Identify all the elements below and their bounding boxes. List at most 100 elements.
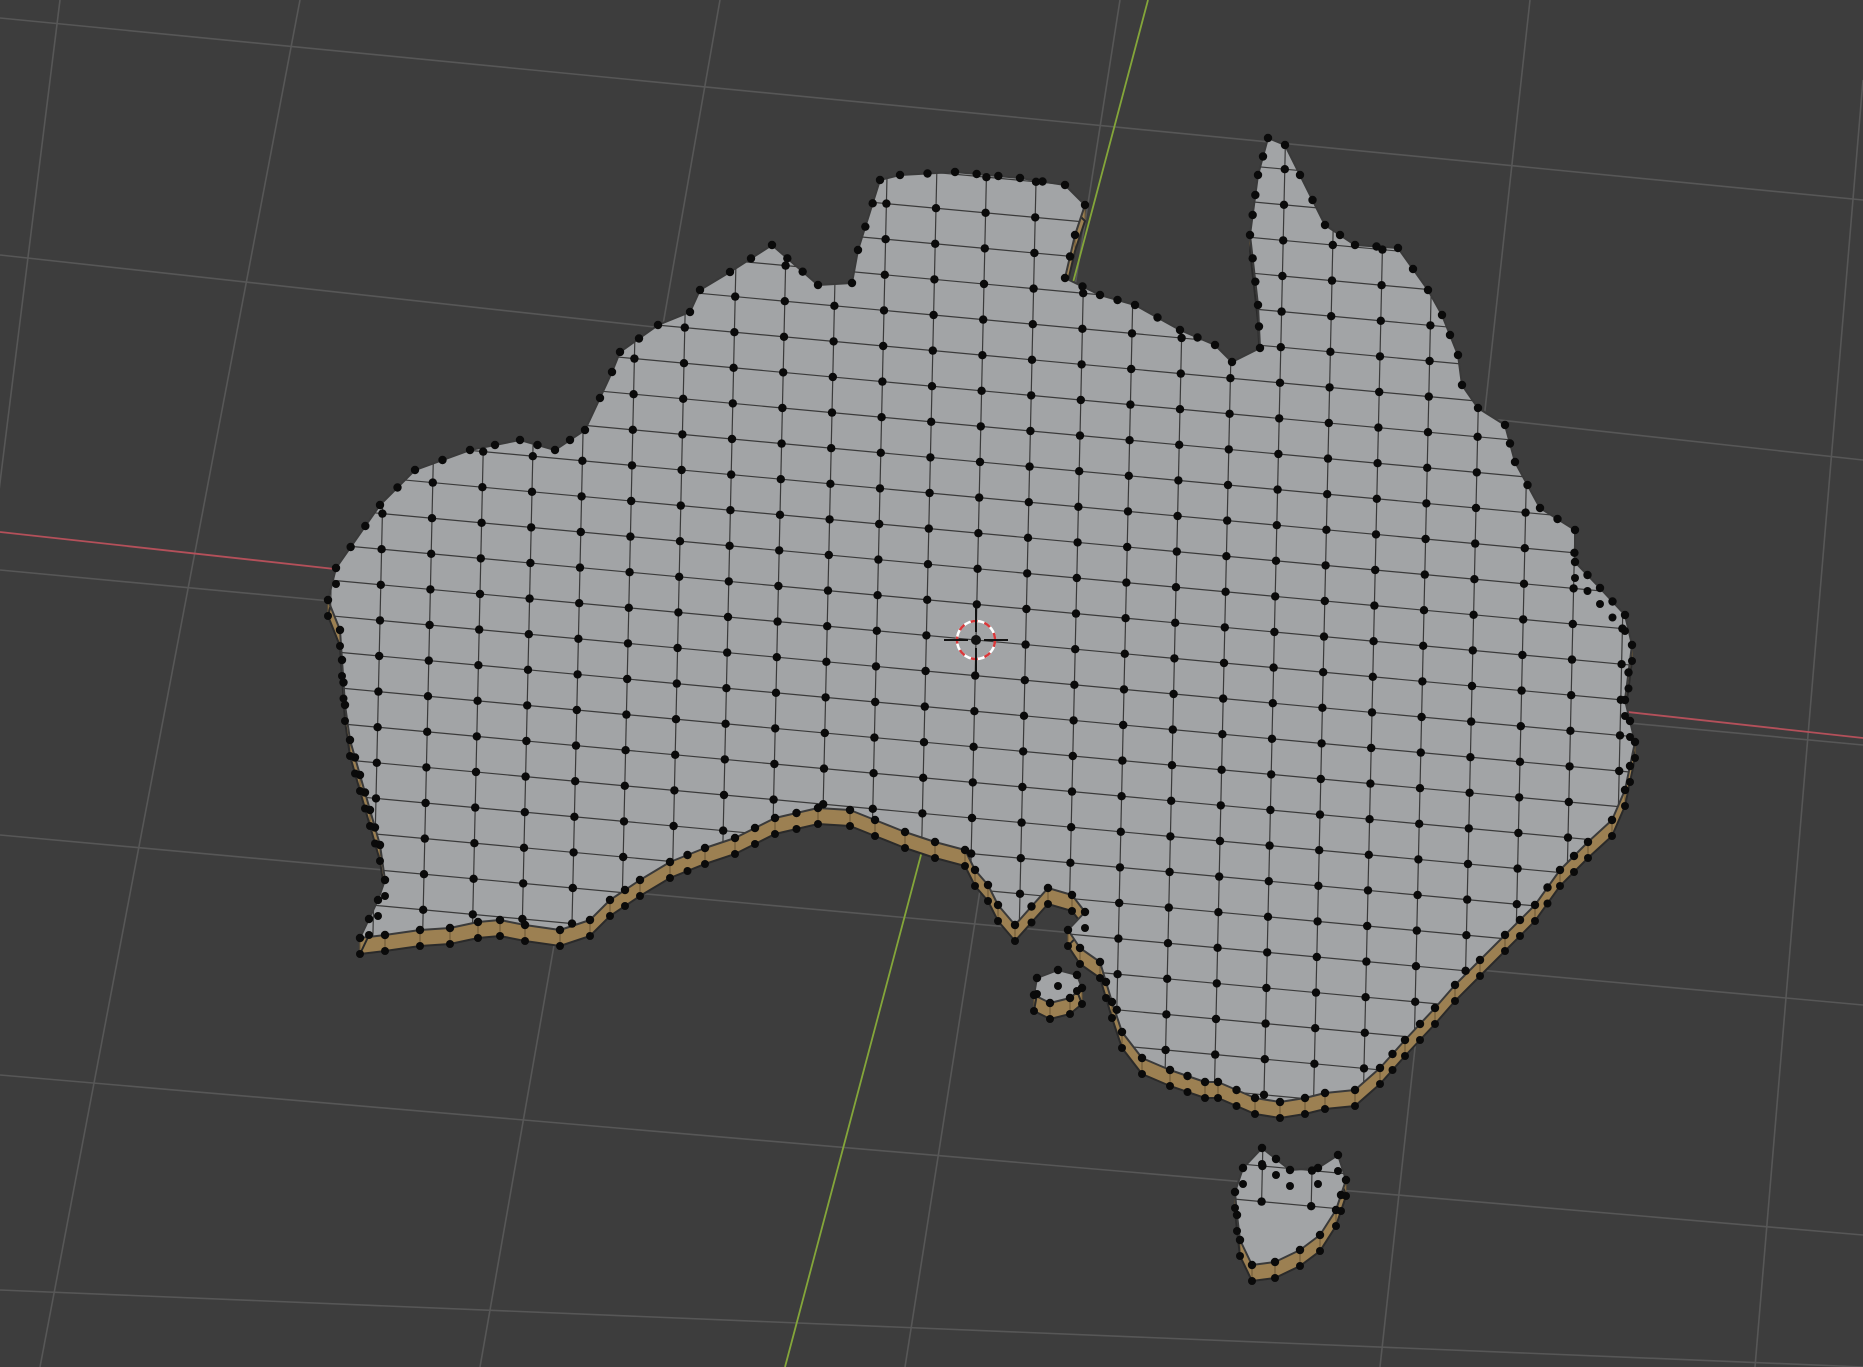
bottom-vertex[interactable]	[1066, 1010, 1074, 1018]
bottom-vertex[interactable]	[1626, 778, 1634, 786]
vertex[interactable]	[1311, 988, 1321, 997]
vertex[interactable]	[472, 732, 481, 741]
vertex[interactable]	[479, 447, 488, 456]
boundary-vertex[interactable]	[1570, 557, 1580, 567]
vertex[interactable]	[923, 560, 933, 569]
vertex[interactable]	[1166, 832, 1175, 841]
boundary-vertex[interactable]	[1315, 1230, 1325, 1240]
vertex[interactable]	[1411, 962, 1421, 971]
vertex[interactable]	[1031, 213, 1040, 222]
bottom-vertex[interactable]	[1624, 684, 1633, 693]
vertex[interactable]	[1315, 810, 1325, 819]
vertex[interactable]	[1025, 462, 1034, 471]
vertex[interactable]	[423, 727, 432, 736]
vertex[interactable]	[1279, 236, 1288, 245]
vertex[interactable]	[1471, 503, 1481, 513]
bottom-vertex[interactable]	[1027, 918, 1036, 927]
vertex[interactable]	[1120, 649, 1130, 658]
vertex[interactable]	[1069, 716, 1078, 725]
vertex[interactable]	[927, 417, 936, 426]
boundary-vertex[interactable]	[615, 347, 625, 357]
boundary-vertex[interactable]	[490, 440, 500, 450]
vertex[interactable]	[1472, 468, 1482, 477]
boundary-vertex[interactable]	[1625, 716, 1635, 726]
boundary-vertex[interactable]	[1453, 350, 1463, 360]
boundary-vertex[interactable]	[845, 805, 855, 815]
bottom-vertex[interactable]	[365, 931, 373, 939]
vertex[interactable]	[925, 488, 934, 498]
boundary-vertex[interactable]	[1130, 300, 1140, 310]
vertex[interactable]	[1367, 708, 1377, 717]
vertex[interactable]	[620, 781, 629, 790]
vertex[interactable]	[474, 661, 483, 670]
boundary-vertex[interactable]	[1029, 990, 1039, 1000]
boundary-vertex[interactable]	[380, 930, 390, 940]
vertex[interactable]	[871, 697, 880, 707]
boundary-vertex[interactable]	[853, 245, 863, 255]
vertex[interactable]	[730, 328, 739, 337]
vertex[interactable]	[1117, 792, 1126, 801]
boundary-vertex[interactable]	[345, 735, 355, 745]
vertex[interactable]	[1617, 660, 1626, 669]
bottom-vertex[interactable]	[1451, 997, 1459, 1005]
vertex[interactable]	[825, 515, 834, 524]
vertex[interactable]	[1161, 1045, 1170, 1055]
boundary-vertex[interactable]	[1175, 325, 1185, 335]
boundary-vertex[interactable]	[1253, 170, 1263, 180]
vertex[interactable]	[1369, 637, 1378, 646]
vertex[interactable]	[1163, 939, 1173, 948]
vertex[interactable]	[572, 705, 581, 715]
vertex[interactable]	[827, 408, 837, 417]
vertex[interactable]	[626, 532, 635, 541]
vertex[interactable]	[376, 580, 385, 589]
vertex[interactable]	[421, 798, 430, 808]
vertex[interactable]	[879, 341, 888, 351]
bottom-vertex[interactable]	[1608, 832, 1616, 840]
bottom-vertex[interactable]	[586, 932, 594, 940]
boundary-vertex[interactable]	[1333, 1150, 1343, 1160]
vertex[interactable]	[1271, 592, 1280, 601]
boundary-vertex[interactable]	[1505, 439, 1515, 448]
vertex[interactable]	[981, 208, 990, 217]
boundary-vertex[interactable]	[1595, 583, 1605, 593]
boundary-vertex[interactable]	[580, 425, 590, 435]
vertex[interactable]	[1375, 387, 1384, 397]
vertex[interactable]	[882, 199, 891, 208]
boundary-vertex[interactable]	[1045, 998, 1055, 1008]
boundary-vertex[interactable]	[1450, 980, 1460, 990]
bottom-vertex[interactable]	[1232, 1102, 1241, 1110]
3d-viewport[interactable]	[0, 0, 1863, 1367]
bottom-vertex[interactable]	[1068, 907, 1076, 915]
vertex[interactable]	[869, 769, 878, 778]
bottom-vertex[interactable]	[1081, 924, 1089, 932]
boundary-vertex[interactable]	[1080, 907, 1090, 917]
bottom-vertex[interactable]	[381, 947, 389, 955]
boundary-vertex[interactable]	[861, 222, 870, 231]
vertex[interactable]	[1569, 584, 1578, 593]
vertex[interactable]	[821, 693, 830, 702]
vertex[interactable]	[1124, 471, 1134, 480]
vertex[interactable]	[879, 306, 889, 315]
vertex[interactable]	[819, 764, 829, 773]
vertex[interactable]	[520, 808, 529, 817]
bottom-vertex[interactable]	[1214, 1094, 1222, 1102]
boundary-vertex[interactable]	[1280, 140, 1290, 150]
vertex[interactable]	[878, 377, 887, 386]
vertex[interactable]	[1514, 828, 1523, 838]
vertex[interactable]	[1221, 587, 1230, 596]
vertex[interactable]	[1374, 423, 1383, 432]
boundary-vertex[interactable]	[1500, 420, 1510, 430]
boundary-vertex[interactable]	[653, 320, 663, 330]
vertex[interactable]	[575, 563, 585, 572]
vertex[interactable]	[1122, 578, 1131, 587]
vertex[interactable]	[1275, 378, 1285, 387]
boundary-vertex[interactable]	[1072, 970, 1082, 980]
vertex[interactable]	[425, 620, 434, 630]
boundary-vertex[interactable]	[1295, 170, 1305, 180]
vertex[interactable]	[1273, 485, 1282, 494]
boundary-vertex[interactable]	[930, 837, 940, 847]
boundary-vertex[interactable]	[1095, 957, 1105, 967]
bottom-vertex[interactable]	[683, 867, 692, 875]
vertex[interactable]	[775, 546, 784, 555]
bottom-vertex[interactable]	[771, 830, 779, 838]
